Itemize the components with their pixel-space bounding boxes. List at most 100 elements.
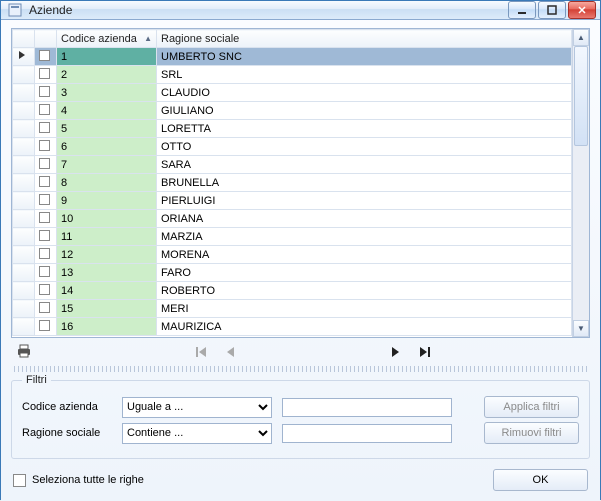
- cell-name[interactable]: UMBERTO SNC: [157, 48, 572, 66]
- row-checkbox[interactable]: [39, 284, 50, 295]
- cell-code[interactable]: 13: [57, 264, 157, 282]
- cell-code[interactable]: 12: [57, 246, 157, 264]
- apply-filters-button[interactable]: Applica filtri: [484, 396, 579, 418]
- table-row[interactable]: 14ROBERTO: [13, 282, 572, 300]
- cell-name[interactable]: PIERLUIGI: [157, 192, 572, 210]
- cell-code[interactable]: 1: [57, 48, 157, 66]
- row-checkbox[interactable]: [39, 68, 50, 79]
- row-checkbox[interactable]: [39, 122, 50, 133]
- table-row[interactable]: 10ORIANA: [13, 210, 572, 228]
- cell-name[interactable]: LORETTA: [157, 120, 572, 138]
- row-checkbox-cell[interactable]: [35, 120, 57, 138]
- table-row[interactable]: 7SARA: [13, 156, 572, 174]
- row-checkbox-cell[interactable]: [35, 318, 57, 336]
- checkbox-header[interactable]: [35, 30, 57, 48]
- row-checkbox[interactable]: [39, 50, 50, 61]
- row-checkbox[interactable]: [39, 266, 50, 277]
- row-checkbox-cell[interactable]: [35, 192, 57, 210]
- row-checkbox-cell[interactable]: [35, 174, 57, 192]
- cell-name[interactable]: OTTO: [157, 138, 572, 156]
- cell-code[interactable]: 7: [57, 156, 157, 174]
- row-checkbox-cell[interactable]: [35, 66, 57, 84]
- row-checkbox[interactable]: [39, 104, 50, 115]
- row-checkbox[interactable]: [39, 320, 50, 331]
- row-checkbox-cell[interactable]: [35, 210, 57, 228]
- cell-name[interactable]: MARZIA: [157, 228, 572, 246]
- table-row[interactable]: 1UMBERTO SNC: [13, 48, 572, 66]
- table-row[interactable]: 4GIULIANO: [13, 102, 572, 120]
- scroll-thumb[interactable]: [574, 46, 588, 146]
- filter-code-value[interactable]: [282, 398, 452, 417]
- cell-name[interactable]: ROBERTO: [157, 282, 572, 300]
- cell-code[interactable]: 8: [57, 174, 157, 192]
- cell-code[interactable]: 2: [57, 66, 157, 84]
- row-checkbox-cell[interactable]: [35, 84, 57, 102]
- column-header-code[interactable]: Codice azienda▲: [57, 30, 157, 48]
- cell-name[interactable]: SRL: [157, 66, 572, 84]
- cell-code[interactable]: 16: [57, 318, 157, 336]
- row-checkbox[interactable]: [39, 158, 50, 169]
- table-row[interactable]: 6OTTO: [13, 138, 572, 156]
- cell-name[interactable]: CLAUDIO: [157, 84, 572, 102]
- table-row[interactable]: 5LORETTA: [13, 120, 572, 138]
- cell-code[interactable]: 15: [57, 300, 157, 318]
- row-checkbox-cell[interactable]: [35, 300, 57, 318]
- cell-code[interactable]: 10: [57, 210, 157, 228]
- row-checkbox-cell[interactable]: [35, 246, 57, 264]
- cell-name[interactable]: ORIANA: [157, 210, 572, 228]
- scroll-up-button[interactable]: ▲: [573, 29, 589, 46]
- cell-code[interactable]: 4: [57, 102, 157, 120]
- row-checkbox-cell[interactable]: [35, 282, 57, 300]
- cell-name[interactable]: MORENA: [157, 246, 572, 264]
- cell-name[interactable]: FARO: [157, 264, 572, 282]
- table-row[interactable]: 3CLAUDIO: [13, 84, 572, 102]
- row-checkbox[interactable]: [39, 86, 50, 97]
- row-checkbox[interactable]: [39, 212, 50, 223]
- print-icon[interactable]: [15, 343, 39, 362]
- cell-code[interactable]: 14: [57, 282, 157, 300]
- scroll-down-button[interactable]: ▼: [573, 320, 589, 337]
- close-button[interactable]: [568, 1, 596, 19]
- cell-name[interactable]: MAURIZICA: [157, 318, 572, 336]
- row-checkbox-cell[interactable]: [35, 264, 57, 282]
- row-checkbox[interactable]: [39, 230, 50, 241]
- cell-name[interactable]: SARA: [157, 156, 572, 174]
- vertical-scrollbar[interactable]: ▲ ▼: [572, 29, 589, 337]
- cell-code[interactable]: 11: [57, 228, 157, 246]
- table-row[interactable]: 13FARO: [13, 264, 572, 282]
- cell-code[interactable]: 5: [57, 120, 157, 138]
- scroll-track[interactable]: [573, 46, 589, 320]
- row-checkbox-cell[interactable]: [35, 138, 57, 156]
- row-checkbox[interactable]: [39, 176, 50, 187]
- row-checkbox-cell[interactable]: [35, 156, 57, 174]
- row-checkbox[interactable]: [39, 248, 50, 259]
- select-all-checkbox[interactable]: [13, 474, 26, 487]
- nav-next-button[interactable]: [387, 344, 403, 360]
- minimize-button[interactable]: [508, 1, 536, 19]
- ok-button[interactable]: OK: [493, 469, 588, 491]
- cell-code[interactable]: 3: [57, 84, 157, 102]
- filter-name-operator[interactable]: Contiene ...: [122, 423, 272, 444]
- data-grid[interactable]: Codice azienda▲ Ragione sociale 1UMBERTO…: [11, 28, 590, 338]
- cell-name[interactable]: GIULIANO: [157, 102, 572, 120]
- nav-first-button[interactable]: [193, 344, 209, 360]
- column-header-name[interactable]: Ragione sociale: [157, 30, 572, 48]
- cell-code[interactable]: 6: [57, 138, 157, 156]
- filter-code-operator[interactable]: Uguale a ...: [122, 397, 272, 418]
- cell-name[interactable]: BRUNELLA: [157, 174, 572, 192]
- maximize-button[interactable]: [538, 1, 566, 19]
- table-row[interactable]: 9PIERLUIGI: [13, 192, 572, 210]
- table-row[interactable]: 11MARZIA: [13, 228, 572, 246]
- nav-prev-button[interactable]: [223, 344, 239, 360]
- nav-last-button[interactable]: [417, 344, 433, 360]
- splitter-gripper[interactable]: [11, 366, 590, 372]
- table-row[interactable]: 2SRL: [13, 66, 572, 84]
- row-checkbox[interactable]: [39, 302, 50, 313]
- remove-filters-button[interactable]: Rimuovi filtri: [484, 422, 579, 444]
- row-checkbox[interactable]: [39, 194, 50, 205]
- cell-code[interactable]: 9: [57, 192, 157, 210]
- table-row[interactable]: 12MORENA: [13, 246, 572, 264]
- row-checkbox[interactable]: [39, 140, 50, 151]
- table-row[interactable]: 8BRUNELLA: [13, 174, 572, 192]
- row-checkbox-cell[interactable]: [35, 102, 57, 120]
